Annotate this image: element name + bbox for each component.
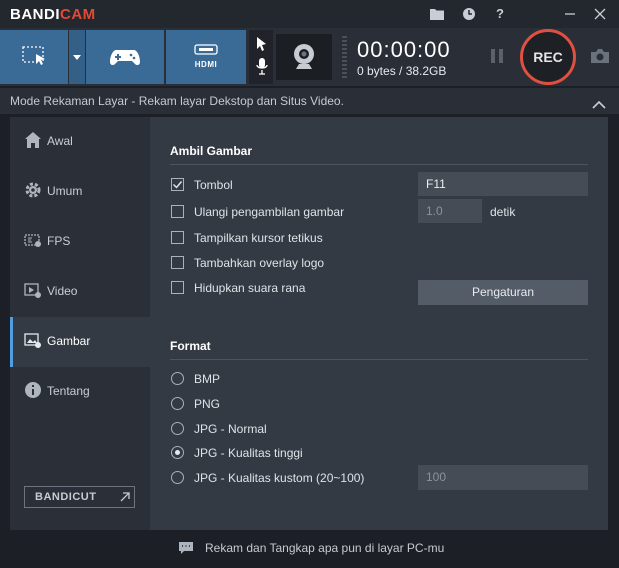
radio-selected-dot — [175, 450, 180, 455]
file-size: 0 bytes / 38.2GB — [357, 64, 447, 78]
info-icon — [25, 382, 41, 398]
cursor-toggle-icon[interactable] — [255, 36, 269, 57]
sidebar-item-gambar[interactable]: Gambar — [10, 317, 150, 367]
format-label-jpg-custom: JPG - Kualitas kustom (20~100) — [194, 471, 365, 485]
sidebar-item-umum[interactable]: Umum — [10, 167, 150, 217]
sidebar-item-tentang[interactable]: Tentang — [10, 367, 150, 417]
active-indicator — [10, 317, 13, 367]
game-mode-button[interactable] — [86, 30, 164, 84]
hotkey-checkbox-label: Tombol — [194, 178, 233, 192]
mode-description: Mode Rekaman Layar - Rekam layar Dekstop… — [10, 94, 344, 108]
format-radio-jpg-high[interactable] — [171, 446, 184, 459]
fps-icon — [24, 234, 41, 247]
bandicut-button[interactable]: BANDICUT — [24, 486, 135, 508]
show-cursor-label: Tampilkan kursor tetikus — [194, 231, 323, 245]
repeat-interval-field[interactable]: 1.0 — [418, 199, 482, 223]
bandicut-label: BANDICUT — [35, 491, 97, 503]
mode-dropdown-button[interactable] — [69, 30, 85, 84]
repeat-unit-label: detik — [490, 205, 516, 219]
collapse-icon[interactable] — [592, 96, 606, 114]
volume-meter — [342, 36, 347, 80]
settings-button[interactable]: Pengaturan — [418, 280, 588, 305]
sidebar-item-label: Gambar — [47, 334, 91, 348]
format-label-jpg-high: JPG - Kualitas tinggi — [194, 446, 303, 460]
footer-tagline: Rekam dan Tangkap apa pun di layar PC-mu — [205, 541, 445, 555]
sidebar-item-label: Tentang — [47, 384, 90, 398]
close-icon[interactable] — [590, 4, 610, 24]
show-cursor-checkbox[interactable] — [171, 231, 184, 244]
external-link-icon — [120, 492, 130, 502]
repeat-capture-label: Ulangi pengambilan gambar — [194, 205, 345, 219]
sidebar-item-label: Awal — [47, 134, 73, 148]
sidebar-item-awal[interactable]: Awal — [10, 117, 150, 167]
recording-timer: 00:00:00 — [357, 37, 451, 62]
chat-icon — [178, 541, 194, 560]
logo-overlay-label: Tambahkan overlay logo — [194, 256, 325, 270]
custom-quality-field[interactable]: 100 — [418, 465, 588, 490]
capture-section-title: Ambil Gambar — [170, 144, 253, 158]
pause-icon[interactable] — [490, 48, 504, 69]
clock-icon[interactable] — [459, 4, 479, 24]
format-label-jpg-normal: JPG - Normal — [194, 422, 267, 436]
format-label-png: PNG — [194, 397, 221, 411]
gear-icon — [25, 182, 41, 198]
section-divider — [170, 359, 588, 360]
format-section-title: Format — [170, 339, 211, 353]
folder-icon[interactable] — [427, 4, 447, 24]
sidebar-item-fps[interactable]: FPS — [10, 217, 150, 267]
screen-mode-button[interactable] — [0, 30, 68, 84]
microphone-icon[interactable] — [256, 58, 268, 81]
app-logo: BANDICAM — [10, 6, 96, 23]
format-radio-jpg-custom[interactable] — [171, 471, 184, 484]
hotkey-field[interactable]: F11 — [418, 172, 588, 196]
sidebar-item-label: FPS — [47, 234, 71, 248]
shutter-sound-label: Hidupkan suara rana — [194, 281, 306, 295]
logo-overlay-checkbox[interactable] — [171, 256, 184, 269]
hdmi-label: HDMI — [194, 60, 218, 69]
video-settings-icon — [24, 283, 41, 298]
format-radio-bmp[interactable] — [171, 372, 184, 385]
minimize-icon[interactable] — [560, 4, 580, 24]
home-icon — [25, 132, 41, 148]
help-icon[interactable]: ? — [490, 4, 510, 24]
format-label-bmp: BMP — [194, 372, 221, 386]
format-radio-png[interactable] — [171, 397, 184, 410]
screenshot-camera-icon[interactable] — [590, 48, 610, 69]
shutter-sound-checkbox[interactable] — [171, 281, 184, 294]
sidebar-item-video[interactable]: Video — [10, 267, 150, 317]
sidebar-item-label: Umum — [47, 184, 83, 198]
hotkey-checkbox[interactable] — [171, 178, 184, 191]
check-icon — [173, 181, 183, 189]
repeat-capture-checkbox[interactable] — [171, 205, 184, 218]
sidebar-item-label: Video — [47, 284, 78, 298]
image-settings-icon — [24, 333, 41, 348]
webcam-toggle[interactable] — [276, 34, 332, 80]
rec-label: REC — [533, 49, 563, 65]
hdmi-mode-button[interactable]: HDMI — [166, 30, 246, 84]
format-radio-jpg-normal[interactable] — [171, 422, 184, 435]
section-divider — [170, 164, 588, 165]
